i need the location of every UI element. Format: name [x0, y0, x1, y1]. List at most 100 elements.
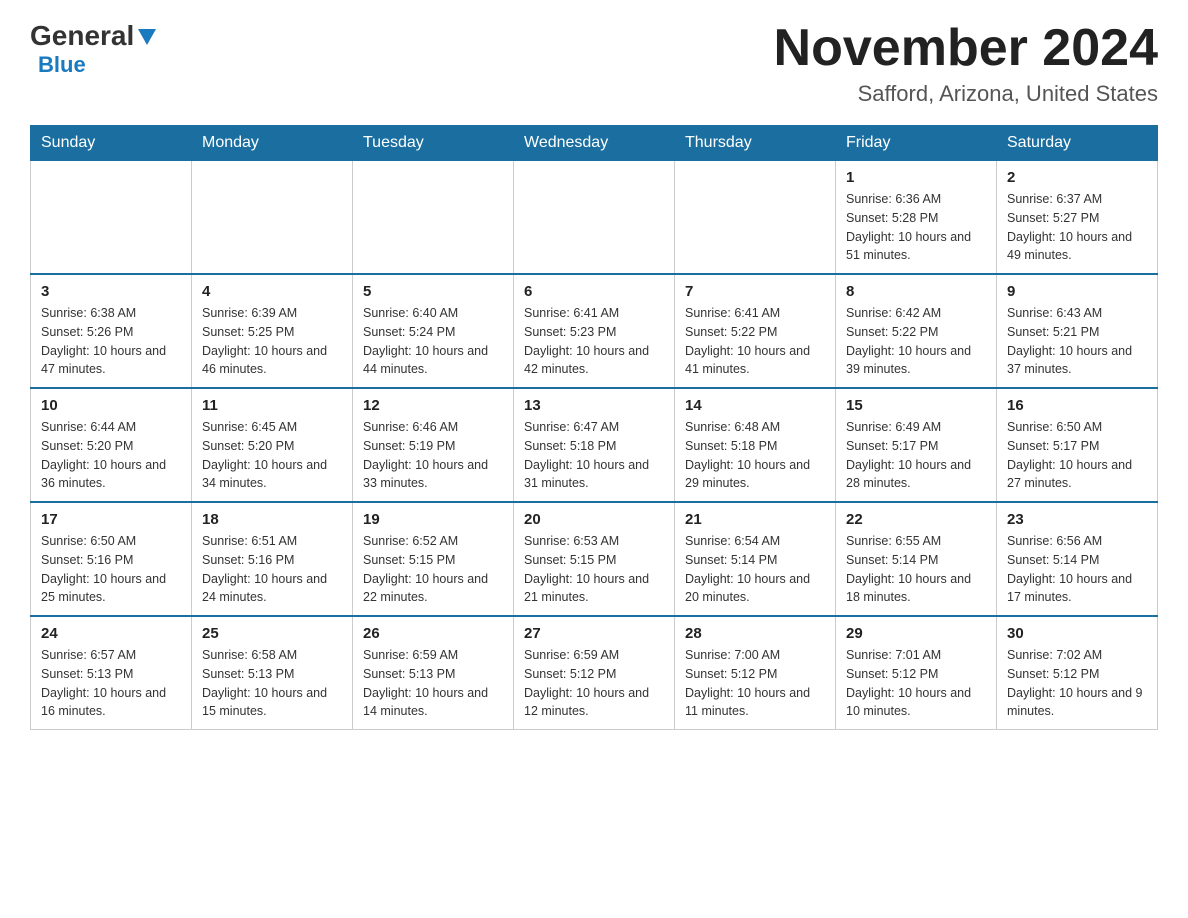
week-row-3: 10Sunrise: 6:44 AM Sunset: 5:20 PM Dayli…	[31, 388, 1158, 502]
calendar-cell: 24 Sunrise: 6:57 AM Sunset: 5:13 PM Dayli…	[31, 616, 192, 730]
day-info: Sunrise: 6:46 AM Sunset: 5:19 PM Dayligh…	[363, 418, 503, 493]
calendar-header-row: SundayMondayTuesdayWednesdayThursdayFrid…	[31, 126, 1158, 161]
calendar-cell: 10Sunrise: 6:44 AM Sunset: 5:20 PM Dayli…	[31, 388, 192, 502]
calendar-table: SundayMondayTuesdayWednesdayThursdayFrid…	[30, 125, 1158, 730]
day-number: 9	[1007, 283, 1147, 300]
day-info: Sunrise: 7:00 AM Sunset: 5:12 PM Dayligh…	[685, 646, 825, 721]
day-info: Sunrise: 6:59 AM Sunset: 5:13 PM Dayligh…	[363, 646, 503, 721]
day-number: 4	[202, 283, 342, 300]
calendar-cell: 28 Sunrise: 7:00 AM Sunset: 5:12 PM Dayli…	[675, 616, 836, 730]
calendar-cell: 23 Sunrise: 6:56 AM Sunset: 5:14 PM Dayli…	[997, 502, 1158, 616]
day-info: Sunrise: 6:45 AM Sunset: 5:20 PM Dayligh…	[202, 418, 342, 493]
calendar-cell: 17 Sunrise: 6:50 AM Sunset: 5:16 PM Dayli…	[31, 502, 192, 616]
calendar-cell: 20 Sunrise: 6:53 AM Sunset: 5:15 PM Dayli…	[514, 502, 675, 616]
calendar-cell: 13 Sunrise: 6:47 AM Sunset: 5:18 PM Dayli…	[514, 388, 675, 502]
day-number: 12	[363, 397, 503, 414]
page-header: General Blue November 2024 Safford, Ariz…	[30, 20, 1158, 107]
day-number: 16	[1007, 397, 1147, 414]
logo: General Blue	[30, 20, 158, 78]
day-number: 3	[41, 283, 181, 300]
calendar-cell: 18Sunrise: 6:51 AM Sunset: 5:16 PM Dayli…	[192, 502, 353, 616]
day-number: 5	[363, 283, 503, 300]
day-number: 24	[41, 625, 181, 642]
day-info: Sunrise: 6:37 AM Sunset: 5:27 PM Dayligh…	[1007, 190, 1147, 265]
calendar-cell: 4 Sunrise: 6:39 AM Sunset: 5:25 PM Daylig…	[192, 274, 353, 388]
week-row-2: 3 Sunrise: 6:38 AM Sunset: 5:26 PM Daylig…	[31, 274, 1158, 388]
day-number: 18	[202, 511, 342, 528]
day-number: 14	[685, 397, 825, 414]
calendar-cell	[192, 161, 353, 275]
day-number: 22	[846, 511, 986, 528]
day-info: Sunrise: 6:58 AM Sunset: 5:13 PM Dayligh…	[202, 646, 342, 721]
day-number: 2	[1007, 169, 1147, 186]
day-info: Sunrise: 6:52 AM Sunset: 5:15 PM Dayligh…	[363, 532, 503, 607]
day-number: 19	[363, 511, 503, 528]
day-info: Sunrise: 6:57 AM Sunset: 5:13 PM Dayligh…	[41, 646, 181, 721]
month-title: November 2024	[774, 20, 1158, 77]
day-info: Sunrise: 6:41 AM Sunset: 5:23 PM Dayligh…	[524, 304, 664, 379]
calendar-cell: 14 Sunrise: 6:48 AM Sunset: 5:18 PM Dayli…	[675, 388, 836, 502]
day-info: Sunrise: 6:53 AM Sunset: 5:15 PM Dayligh…	[524, 532, 664, 607]
calendar-cell: 22 Sunrise: 6:55 AM Sunset: 5:14 PM Dayli…	[836, 502, 997, 616]
calendar-cell: 29 Sunrise: 7:01 AM Sunset: 5:12 PM Dayli…	[836, 616, 997, 730]
day-number: 11	[202, 397, 342, 414]
calendar-cell: 6 Sunrise: 6:41 AM Sunset: 5:23 PM Daylig…	[514, 274, 675, 388]
day-header-sunday: Sunday	[31, 126, 192, 161]
day-number: 1	[846, 169, 986, 186]
week-row-5: 24 Sunrise: 6:57 AM Sunset: 5:13 PM Dayli…	[31, 616, 1158, 730]
calendar-cell: 30 Sunrise: 7:02 AM Sunset: 5:12 PM Dayli…	[997, 616, 1158, 730]
day-number: 15	[846, 397, 986, 414]
day-number: 26	[363, 625, 503, 642]
calendar-cell	[353, 161, 514, 275]
title-block: November 2024 Safford, Arizona, United S…	[774, 20, 1158, 107]
day-number: 20	[524, 511, 664, 528]
day-info: Sunrise: 6:47 AM Sunset: 5:18 PM Dayligh…	[524, 418, 664, 493]
calendar-cell: 21Sunrise: 6:54 AM Sunset: 5:14 PM Dayli…	[675, 502, 836, 616]
logo-general-text: General	[30, 20, 134, 52]
logo-triangle-icon	[136, 25, 158, 47]
calendar-cell	[514, 161, 675, 275]
day-header-tuesday: Tuesday	[353, 126, 514, 161]
day-info: Sunrise: 6:48 AM Sunset: 5:18 PM Dayligh…	[685, 418, 825, 493]
location-title: Safford, Arizona, United States	[774, 81, 1158, 107]
day-info: Sunrise: 6:49 AM Sunset: 5:17 PM Dayligh…	[846, 418, 986, 493]
day-number: 13	[524, 397, 664, 414]
day-number: 10	[41, 397, 181, 414]
day-info: Sunrise: 6:39 AM Sunset: 5:25 PM Dayligh…	[202, 304, 342, 379]
day-info: Sunrise: 6:50 AM Sunset: 5:16 PM Dayligh…	[41, 532, 181, 607]
calendar-cell: 2 Sunrise: 6:37 AM Sunset: 5:27 PM Daylig…	[997, 161, 1158, 275]
calendar-cell	[31, 161, 192, 275]
day-info: Sunrise: 6:38 AM Sunset: 5:26 PM Dayligh…	[41, 304, 181, 379]
day-number: 6	[524, 283, 664, 300]
day-header-friday: Friday	[836, 126, 997, 161]
day-number: 29	[846, 625, 986, 642]
day-info: Sunrise: 6:40 AM Sunset: 5:24 PM Dayligh…	[363, 304, 503, 379]
day-number: 23	[1007, 511, 1147, 528]
day-number: 27	[524, 625, 664, 642]
calendar-cell: 3 Sunrise: 6:38 AM Sunset: 5:26 PM Daylig…	[31, 274, 192, 388]
day-header-thursday: Thursday	[675, 126, 836, 161]
calendar-cell: 25 Sunrise: 6:58 AM Sunset: 5:13 PM Dayli…	[192, 616, 353, 730]
calendar-cell: 16 Sunrise: 6:50 AM Sunset: 5:17 PM Dayli…	[997, 388, 1158, 502]
week-row-1: 1Sunrise: 6:36 AM Sunset: 5:28 PM Daylig…	[31, 161, 1158, 275]
day-info: Sunrise: 6:41 AM Sunset: 5:22 PM Dayligh…	[685, 304, 825, 379]
day-info: Sunrise: 6:59 AM Sunset: 5:12 PM Dayligh…	[524, 646, 664, 721]
calendar-cell: 7Sunrise: 6:41 AM Sunset: 5:22 PM Daylig…	[675, 274, 836, 388]
day-header-saturday: Saturday	[997, 126, 1158, 161]
day-number: 28	[685, 625, 825, 642]
day-info: Sunrise: 6:50 AM Sunset: 5:17 PM Dayligh…	[1007, 418, 1147, 493]
calendar-cell: 19 Sunrise: 6:52 AM Sunset: 5:15 PM Dayli…	[353, 502, 514, 616]
calendar-cell: 12 Sunrise: 6:46 AM Sunset: 5:19 PM Dayli…	[353, 388, 514, 502]
day-number: 17	[41, 511, 181, 528]
week-row-4: 17 Sunrise: 6:50 AM Sunset: 5:16 PM Dayli…	[31, 502, 1158, 616]
day-info: Sunrise: 6:56 AM Sunset: 5:14 PM Dayligh…	[1007, 532, 1147, 607]
day-number: 25	[202, 625, 342, 642]
day-info: Sunrise: 6:55 AM Sunset: 5:14 PM Dayligh…	[846, 532, 986, 607]
day-number: 30	[1007, 625, 1147, 642]
day-info: Sunrise: 7:02 AM Sunset: 5:12 PM Dayligh…	[1007, 646, 1147, 721]
day-info: Sunrise: 6:42 AM Sunset: 5:22 PM Dayligh…	[846, 304, 986, 379]
logo-blue-text: Blue	[38, 52, 86, 77]
day-info: Sunrise: 7:01 AM Sunset: 5:12 PM Dayligh…	[846, 646, 986, 721]
day-info: Sunrise: 6:43 AM Sunset: 5:21 PM Dayligh…	[1007, 304, 1147, 379]
day-header-monday: Monday	[192, 126, 353, 161]
